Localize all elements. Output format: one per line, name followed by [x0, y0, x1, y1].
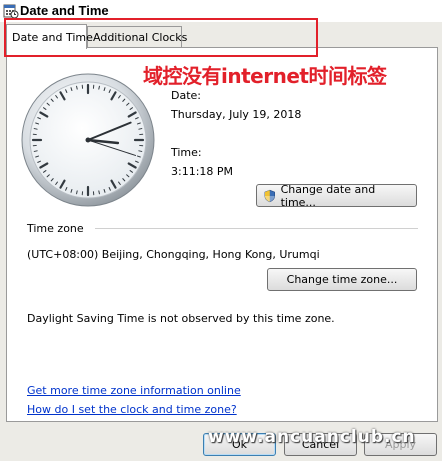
window-title: Date and Time — [20, 3, 109, 18]
time-value: 3:11:18 PM — [171, 165, 234, 178]
time-zone-info-link[interactable]: Get more time zone information online — [27, 384, 241, 397]
tab-additional-clocks[interactable]: Additional Clocks — [87, 26, 187, 48]
time-label: Time: — [171, 146, 202, 159]
analog-clock — [21, 73, 155, 207]
clock-minute-tick — [138, 128, 143, 130]
group-divider — [95, 228, 418, 229]
clock-minute-tick — [98, 85, 100, 90]
clock-minute-tick — [76, 85, 78, 90]
clock-minute-tick — [33, 128, 38, 130]
date-label: Date: — [171, 89, 201, 102]
title-bar: Date and Time — [0, 0, 442, 22]
clock-minute-tick — [33, 150, 38, 152]
change-time-zone-button[interactable]: Change time zone... — [267, 268, 417, 291]
how-to-set-clock-link[interactable]: How do I set the clock and time zone? — [27, 403, 237, 416]
time-zone-heading: Time zone — [27, 222, 84, 235]
time-zone-value: (UTC+08:00) Beijing, Chongqing, Hong Kon… — [27, 248, 320, 261]
date-value: Thursday, July 19, 2018 — [171, 108, 302, 121]
dst-note: Daylight Saving Time is not observed by … — [27, 312, 335, 325]
uac-shield-icon — [264, 189, 275, 202]
calendar-clock-icon — [3, 4, 19, 19]
clock-minute-tick — [138, 150, 143, 152]
clock-minute-tick — [76, 190, 78, 195]
change-date-time-button[interactable]: Change date and time... — [256, 182, 417, 209]
annotation-text: 域控没有internet时间标签 — [143, 64, 387, 88]
tab-date-and-time[interactable]: Date and Time — [6, 24, 93, 49]
watermark-text: www.ancuanclub.cn — [208, 427, 416, 447]
clock-minute-tick — [98, 190, 100, 195]
change-date-time-label: Change date and time... — [280, 182, 376, 209]
